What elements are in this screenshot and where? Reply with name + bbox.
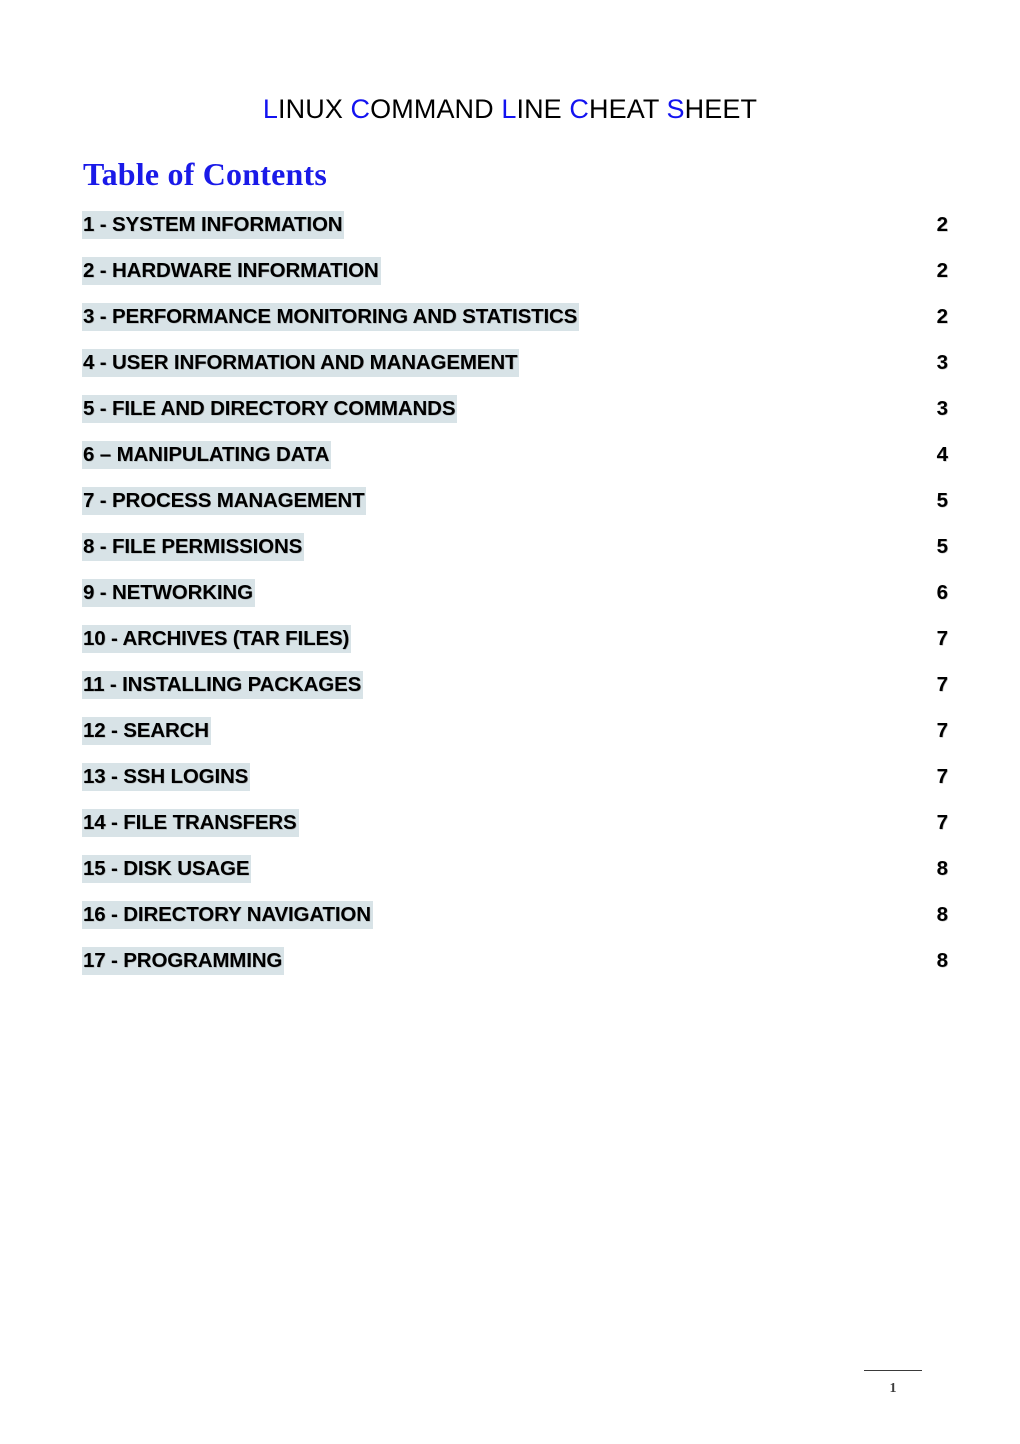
toc-row: 9 - NETWORKING 6: [82, 576, 948, 622]
title-accent-letter-2: L: [501, 94, 517, 124]
title-text-2: INE: [516, 94, 570, 124]
title-text-1: OMMAND: [370, 94, 502, 124]
title-text-3: HEAT: [589, 94, 667, 124]
title-accent-letter-4: S: [666, 94, 685, 124]
toc-entry-link[interactable]: 17 - PROGRAMMING: [82, 947, 285, 975]
toc-entry-link[interactable]: 8 - FILE PERMISSIONS: [82, 533, 305, 561]
title-accent-letter-1: C: [350, 94, 371, 124]
toc-entry-page-number: 7: [936, 673, 948, 696]
toc-entry-page-number: 7: [936, 627, 948, 650]
toc-row: 8 - FILE PERMISSIONS 5: [82, 530, 948, 576]
toc-entry-page-number: 8: [936, 949, 948, 972]
toc-row: 1 - SYSTEM INFORMATION 2: [82, 208, 948, 254]
table-of-contents-list: 1 - SYSTEM INFORMATION 2 2 - HARDWARE INFO…: [82, 208, 948, 990]
toc-entry-link[interactable]: 15 - DISK USAGE: [82, 855, 252, 883]
toc-entry-page-number: 8: [936, 857, 948, 880]
toc-row: 2 - HARDWARE INFORMATION 2: [82, 254, 948, 300]
toc-row: 15 - DISK USAGE 8: [82, 852, 948, 898]
title-text-0: INUX: [278, 94, 351, 124]
title-accent-letter-3: C: [569, 94, 590, 124]
toc-entry-link[interactable]: 13 - SSH LOGINS: [82, 763, 251, 791]
toc-entry-page-number: 5: [936, 489, 948, 512]
toc-entry-page-number: 7: [936, 765, 948, 788]
toc-row: 16 - DIRECTORY NAVIGATION 8: [82, 898, 948, 944]
toc-entry-link[interactable]: 16 - DIRECTORY NAVIGATION: [82, 901, 373, 929]
toc-row: 12 - SEARCH 7: [82, 714, 948, 760]
toc-row: 17 - PROGRAMMING 8: [82, 944, 948, 990]
title-accent-letter-0: L: [262, 94, 279, 124]
toc-entry-page-number: 7: [936, 719, 948, 742]
toc-entry-link[interactable]: 9 - NETWORKING: [82, 579, 255, 607]
toc-entry-link[interactable]: 11 - INSTALLING PACKAGES: [82, 671, 364, 699]
toc-row: 11 - INSTALLING PACKAGES 7: [82, 668, 948, 714]
toc-entry-page-number: 2: [936, 213, 948, 236]
toc-row: 6 – MANIPULATING DATA 4: [82, 438, 948, 484]
toc-entry-link[interactable]: 10 - ARCHIVES (TAR FILES): [82, 625, 352, 653]
toc-entry-page-number: 8: [936, 903, 948, 926]
toc-row: 10 - ARCHIVES (TAR FILES) 7: [82, 622, 948, 668]
toc-row: 7 - PROCESS MANAGEMENT 5: [82, 484, 948, 530]
toc-entry-page-number: 2: [936, 305, 948, 328]
toc-entry-page-number: 7: [936, 811, 948, 834]
toc-row: 5 - FILE AND DIRECTORY COMMANDS 3: [82, 392, 948, 438]
footer-page-number: 1: [889, 1381, 897, 1396]
table-of-contents-heading: Table of Contents: [83, 156, 328, 192]
toc-row: 3 - PERFORMANCE MONITORING AND STATISTIC…: [82, 300, 948, 346]
toc-entry-link[interactable]: 7 - PROCESS MANAGEMENT: [82, 487, 367, 515]
toc-entry-page-number: 2: [936, 259, 948, 282]
toc-entry-link[interactable]: 3 - PERFORMANCE MONITORING AND STATISTIC…: [82, 303, 580, 331]
toc-entry-page-number: 3: [936, 397, 948, 420]
document-title: LINUX COMMAND LINE CHEAT SHEET: [0, 96, 1020, 123]
toc-entry-link[interactable]: 14 - FILE TRANSFERS: [82, 809, 299, 837]
document-page: LINUX COMMAND LINE CHEAT SHEET Table of …: [0, 0, 1020, 1444]
toc-entry-link[interactable]: 5 - FILE AND DIRECTORY COMMANDS: [82, 395, 458, 423]
toc-entry-link[interactable]: 2 - HARDWARE INFORMATION: [82, 257, 381, 285]
toc-row: 4 - USER INFORMATION AND MANAGEMENT 3: [82, 346, 948, 392]
toc-row: 14 - FILE TRANSFERS 7: [82, 806, 948, 852]
toc-row: 13 - SSH LOGINS 7: [82, 760, 948, 806]
toc-entry-link[interactable]: 1 - SYSTEM INFORMATION: [82, 211, 345, 239]
toc-entry-link[interactable]: 12 - SEARCH: [82, 717, 211, 745]
toc-entry-link[interactable]: 4 - USER INFORMATION AND MANAGEMENT: [82, 349, 520, 377]
toc-entry-link[interactable]: 6 – MANIPULATING DATA: [82, 441, 332, 469]
toc-entry-page-number: 3: [936, 351, 948, 374]
toc-entry-page-number: 5: [936, 535, 948, 558]
toc-entry-page-number: 4: [936, 443, 948, 466]
toc-entry-page-number: 6: [936, 581, 948, 604]
footer-divider: [864, 1370, 922, 1371]
title-text-4: HEET: [684, 94, 758, 124]
